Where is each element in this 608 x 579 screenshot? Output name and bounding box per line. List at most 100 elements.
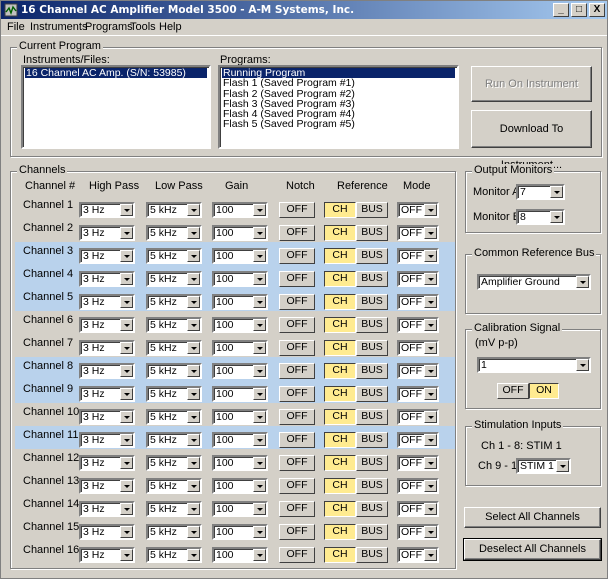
- notch-toggle[interactable]: OFF: [279, 294, 315, 310]
- chevron-down-icon[interactable]: [253, 388, 266, 400]
- chevron-down-icon[interactable]: [120, 273, 133, 285]
- chevron-down-icon[interactable]: [253, 503, 266, 515]
- chevron-down-icon[interactable]: [120, 342, 133, 354]
- gain-select[interactable]: 100: [212, 386, 268, 402]
- chevron-down-icon[interactable]: [424, 503, 437, 515]
- reference-bus-toggle[interactable]: BUS: [356, 248, 388, 264]
- reference-ch-toggle[interactable]: CH: [324, 501, 356, 517]
- mode-select[interactable]: OFF: [397, 294, 439, 310]
- low-pass-select[interactable]: 5 kHz: [146, 501, 202, 517]
- chevron-down-icon[interactable]: [187, 319, 200, 331]
- chevron-down-icon[interactable]: [424, 526, 437, 538]
- chevron-down-icon[interactable]: [120, 434, 133, 446]
- mode-select[interactable]: OFF: [397, 363, 439, 379]
- high-pass-select[interactable]: 3 Hz: [79, 202, 135, 218]
- chevron-down-icon[interactable]: [253, 480, 266, 492]
- minimize-button[interactable]: _: [553, 3, 569, 17]
- reference-bus-toggle[interactable]: BUS: [356, 363, 388, 379]
- reference-bus-toggle[interactable]: BUS: [356, 501, 388, 517]
- chevron-down-icon[interactable]: [187, 296, 200, 308]
- chevron-down-icon[interactable]: [424, 549, 437, 561]
- chevron-down-icon[interactable]: [576, 276, 589, 288]
- reference-bus-toggle[interactable]: BUS: [356, 317, 388, 333]
- gain-select[interactable]: 100: [212, 340, 268, 356]
- reference-ch-toggle[interactable]: CH: [324, 294, 356, 310]
- notch-toggle[interactable]: OFF: [279, 524, 315, 540]
- reference-bus-toggle[interactable]: BUS: [356, 432, 388, 448]
- chevron-down-icon[interactable]: [253, 296, 266, 308]
- high-pass-select[interactable]: 3 Hz: [79, 248, 135, 264]
- chevron-down-icon[interactable]: [187, 273, 200, 285]
- reference-ch-toggle[interactable]: CH: [324, 317, 356, 333]
- reference-bus-toggle[interactable]: BUS: [356, 547, 388, 563]
- chevron-down-icon[interactable]: [120, 365, 133, 377]
- chevron-down-icon[interactable]: [187, 434, 200, 446]
- monitor-b-select[interactable]: 8: [516, 209, 565, 225]
- gain-select[interactable]: 100: [212, 432, 268, 448]
- reference-ch-toggle[interactable]: CH: [324, 225, 356, 241]
- low-pass-select[interactable]: 5 kHz: [146, 248, 202, 264]
- notch-toggle[interactable]: OFF: [279, 501, 315, 517]
- chevron-down-icon[interactable]: [253, 457, 266, 469]
- chevron-down-icon[interactable]: [253, 434, 266, 446]
- low-pass-select[interactable]: 5 kHz: [146, 455, 202, 471]
- chevron-down-icon[interactable]: [253, 365, 266, 377]
- chevron-down-icon[interactable]: [424, 250, 437, 262]
- low-pass-select[interactable]: 5 kHz: [146, 202, 202, 218]
- mode-select[interactable]: OFF: [397, 202, 439, 218]
- mode-select[interactable]: OFF: [397, 271, 439, 287]
- gain-select[interactable]: 100: [212, 524, 268, 540]
- chevron-down-icon[interactable]: [120, 503, 133, 515]
- monitor-a-select[interactable]: 7: [516, 184, 565, 200]
- low-pass-select[interactable]: 5 kHz: [146, 386, 202, 402]
- chevron-down-icon[interactable]: [187, 549, 200, 561]
- chevron-down-icon[interactable]: [424, 480, 437, 492]
- notch-toggle[interactable]: OFF: [279, 271, 315, 287]
- reference-bus-toggle[interactable]: BUS: [356, 271, 388, 287]
- reference-ch-toggle[interactable]: CH: [324, 271, 356, 287]
- chevron-down-icon[interactable]: [424, 227, 437, 239]
- reference-ch-toggle[interactable]: CH: [324, 478, 356, 494]
- menu-programs[interactable]: Programs: [85, 21, 133, 33]
- mode-select[interactable]: OFF: [397, 547, 439, 563]
- chevron-down-icon[interactable]: [424, 411, 437, 423]
- close-button[interactable]: X: [589, 3, 605, 17]
- low-pass-select[interactable]: 5 kHz: [146, 524, 202, 540]
- mode-select[interactable]: OFF: [397, 340, 439, 356]
- chevron-down-icon[interactable]: [120, 457, 133, 469]
- high-pass-select[interactable]: 3 Hz: [79, 478, 135, 494]
- reference-bus-toggle[interactable]: BUS: [356, 455, 388, 471]
- notch-toggle[interactable]: OFF: [279, 363, 315, 379]
- reference-bus-toggle[interactable]: BUS: [356, 524, 388, 540]
- high-pass-select[interactable]: 3 Hz: [79, 386, 135, 402]
- mode-select[interactable]: OFF: [397, 409, 439, 425]
- chevron-down-icon[interactable]: [187, 250, 200, 262]
- chevron-down-icon[interactable]: [424, 319, 437, 331]
- chevron-down-icon[interactable]: [424, 342, 437, 354]
- menu-tools[interactable]: Tools: [130, 21, 156, 33]
- mode-select[interactable]: OFF: [397, 317, 439, 333]
- reference-ch-toggle[interactable]: CH: [324, 547, 356, 563]
- notch-toggle[interactable]: OFF: [279, 340, 315, 356]
- high-pass-select[interactable]: 3 Hz: [79, 409, 135, 425]
- mode-select[interactable]: OFF: [397, 248, 439, 264]
- gain-select[interactable]: 100: [212, 225, 268, 241]
- chevron-down-icon[interactable]: [120, 319, 133, 331]
- reference-bus-toggle[interactable]: BUS: [356, 202, 388, 218]
- maximize-button[interactable]: □: [571, 3, 587, 17]
- reference-ch-toggle[interactable]: CH: [324, 202, 356, 218]
- reference-bus-toggle[interactable]: BUS: [356, 340, 388, 356]
- common-reference-select[interactable]: Amplifier Ground: [477, 274, 591, 290]
- gain-select[interactable]: 100: [212, 501, 268, 517]
- low-pass-select[interactable]: 5 kHz: [146, 271, 202, 287]
- chevron-down-icon[interactable]: [120, 549, 133, 561]
- high-pass-select[interactable]: 3 Hz: [79, 524, 135, 540]
- chevron-down-icon[interactable]: [120, 250, 133, 262]
- chevron-down-icon[interactable]: [187, 480, 200, 492]
- mode-select[interactable]: OFF: [397, 455, 439, 471]
- low-pass-select[interactable]: 5 kHz: [146, 363, 202, 379]
- chevron-down-icon[interactable]: [253, 227, 266, 239]
- deselect-all-channels-button[interactable]: Deselect All Channels: [463, 538, 602, 561]
- reference-bus-toggle[interactable]: BUS: [356, 386, 388, 402]
- chevron-down-icon[interactable]: [424, 457, 437, 469]
